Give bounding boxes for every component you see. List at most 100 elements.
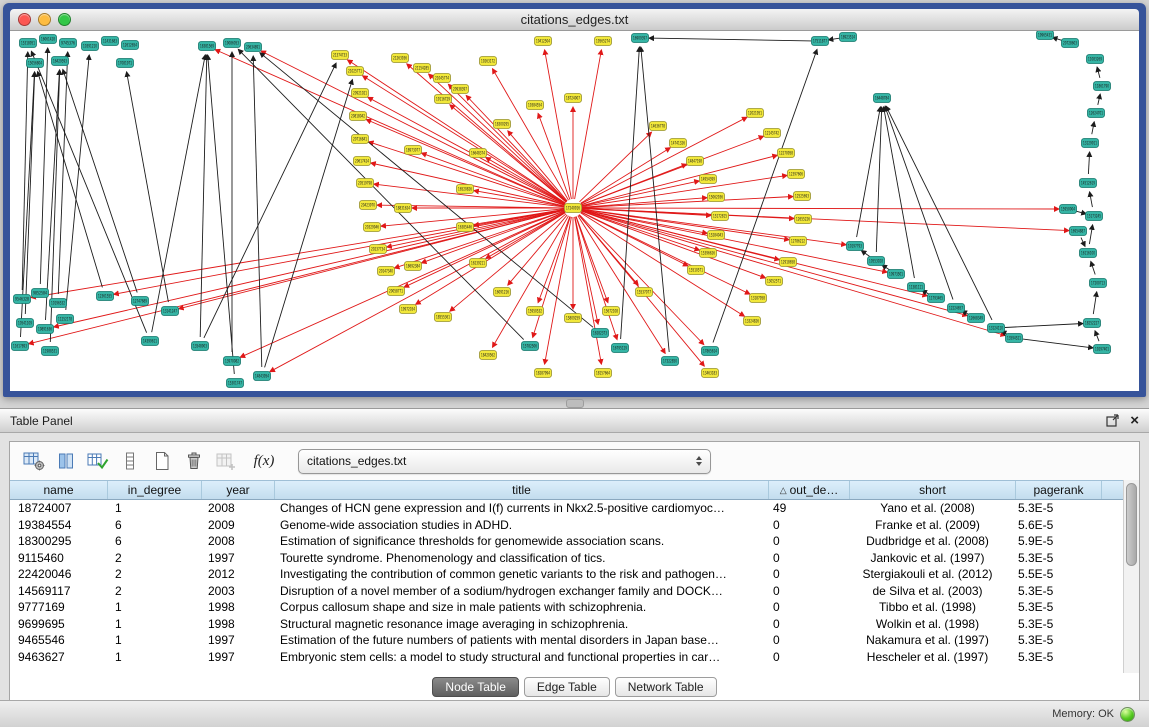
network-node[interactable]: 15537077	[636, 288, 653, 297]
network-node[interactable]: 15950532	[527, 307, 544, 316]
network-node[interactable]: 18692384	[405, 262, 422, 271]
network-node[interactable]: 18287994	[535, 369, 552, 378]
network-node[interactable]: 20519798	[357, 179, 374, 188]
network-node[interactable]: 18157664	[595, 369, 612, 378]
network-edge[interactable]	[1090, 192, 1093, 207]
network-canvas[interactable]: 1531895116061428974537610391210114316831…	[10, 31, 1139, 391]
close-window-button[interactable]	[18, 13, 31, 26]
network-node[interactable]: 18724007	[565, 94, 582, 103]
new-document-icon[interactable]	[148, 447, 176, 475]
network-node[interactable]: 17322850	[662, 357, 679, 366]
table-row[interactable]: 946554611997Estimation of the future num…	[10, 632, 1124, 649]
network-edge[interactable]	[576, 217, 617, 340]
network-node[interactable]: 16648374	[470, 149, 487, 158]
network-node[interactable]: 11381111	[908, 283, 925, 292]
network-node[interactable]: 15396626	[700, 249, 717, 258]
network-node[interactable]: 15062936	[708, 193, 725, 202]
network-edge[interactable]	[429, 74, 567, 202]
network-node[interactable]: 12918658	[780, 258, 797, 267]
network-node[interactable]: 12747689	[132, 297, 149, 306]
network-edge[interactable]	[876, 107, 881, 252]
network-edge[interactable]	[576, 216, 608, 302]
network-node[interactable]: 21025771	[347, 67, 364, 76]
network-edge[interactable]	[260, 53, 593, 328]
network-edge[interactable]	[369, 142, 565, 205]
network-node[interactable]: 15173245	[1086, 212, 1103, 221]
network-edge[interactable]	[215, 50, 565, 205]
table-row[interactable]: 969969511998Structural magnetic resonanc…	[10, 616, 1124, 633]
network-node[interactable]: 19297401	[1094, 345, 1111, 354]
network-node[interactable]: 18923514	[840, 33, 857, 42]
network-node[interactable]: 17511877	[812, 37, 829, 46]
network-node[interactable]: 12624701	[1088, 109, 1105, 118]
network-edge[interactable]	[1093, 292, 1096, 314]
network-edge[interactable]	[58, 52, 67, 294]
show-column-icon[interactable]	[52, 447, 80, 475]
network-edge[interactable]	[127, 72, 169, 302]
table-row[interactable]: 1456911722003Disruption of a novel membe…	[10, 583, 1124, 600]
network-node[interactable]: 12786212	[790, 237, 807, 246]
network-edge[interactable]	[1081, 238, 1085, 247]
network-node[interactable]: 16116100	[1080, 249, 1097, 258]
tab-network-table[interactable]: Network Table	[615, 677, 717, 697]
network-node[interactable]: 15950004	[1060, 205, 1077, 214]
network-node[interactable]: 10541109	[17, 319, 34, 328]
network-edge[interactable]	[575, 217, 602, 364]
network-node[interactable]: 10391210	[82, 42, 99, 51]
network-edge[interactable]	[582, 210, 887, 272]
network-node[interactable]: 12361555	[97, 292, 114, 301]
network-node[interactable]: 9745376	[60, 39, 77, 48]
network-node[interactable]: 20634891	[245, 43, 262, 52]
network-node[interactable]: 20818042	[350, 112, 367, 121]
network-edge[interactable]	[240, 212, 565, 358]
network-node[interactable]: 12668349	[968, 314, 985, 323]
network-edge[interactable]	[63, 70, 137, 293]
network-edge[interactable]	[575, 50, 602, 199]
network-node[interactable]: 14741326	[670, 139, 687, 148]
network-node[interactable]: 10196532	[50, 299, 67, 308]
network-node[interactable]: 11083269	[1087, 55, 1104, 64]
network-node[interactable]: 13187958	[750, 294, 767, 303]
network-node[interactable]: 15782506	[522, 342, 539, 351]
network-node[interactable]: 13324826	[744, 317, 761, 326]
tab-edge-table[interactable]: Edge Table	[524, 677, 610, 697]
network-node[interactable]: 9546328	[14, 295, 31, 304]
network-node[interactable]: 16385446	[457, 223, 474, 232]
network-node[interactable]: 18381569	[199, 42, 216, 51]
network-node[interactable]: 12021951	[747, 109, 764, 118]
network-node[interactable]: 17865614	[702, 347, 719, 356]
network-node[interactable]: 15284043	[708, 231, 725, 240]
network-node[interactable]: 12270958	[778, 149, 795, 158]
network-edge[interactable]	[579, 215, 704, 345]
network-edge[interactable]	[857, 107, 881, 237]
network-node[interactable]: 13970082	[224, 357, 241, 366]
network-node[interactable]: 20423970	[360, 201, 377, 210]
network-node[interactable]: 13548903	[192, 342, 209, 351]
network-node[interactable]: 19086053	[224, 39, 241, 48]
network-node[interactable]: 16239211	[470, 259, 487, 268]
network-node[interactable]: 11793465	[928, 294, 945, 303]
network-node[interactable]: 16091216	[494, 288, 511, 297]
network-edge[interactable]	[1076, 211, 1086, 214]
network-node[interactable]: 20147340	[378, 267, 395, 276]
network-node[interactable]: 20716841	[352, 135, 369, 144]
network-node[interactable]: 15318951	[20, 39, 37, 48]
network-node[interactable]: 14399611	[142, 337, 159, 346]
network-node[interactable]: 21045774	[434, 74, 451, 83]
network-edge[interactable]	[649, 38, 811, 41]
column-header-in_degree[interactable]: in_degree	[108, 481, 202, 499]
network-edge[interactable]	[1097, 67, 1100, 78]
network-node[interactable]: 9852584	[32, 289, 49, 298]
table-row[interactable]: 1872400712008Changes of HCN gene express…	[10, 500, 1124, 517]
network-node[interactable]: 13594521	[1006, 334, 1023, 343]
network-node[interactable]: 16909397	[632, 34, 649, 43]
minimize-window-button[interactable]	[38, 13, 51, 26]
delete-table-icon[interactable]	[180, 447, 208, 475]
network-node[interactable]: 18831624	[395, 204, 412, 213]
float-window-icon[interactable]	[1104, 413, 1120, 429]
network-node[interactable]: 13463183	[702, 369, 719, 378]
column-header-title[interactable]: title	[275, 481, 769, 499]
edit-table-icon[interactable]	[84, 447, 112, 475]
network-node[interactable]: 18973077	[405, 146, 422, 155]
network-node[interactable]: 10973501	[888, 270, 905, 279]
